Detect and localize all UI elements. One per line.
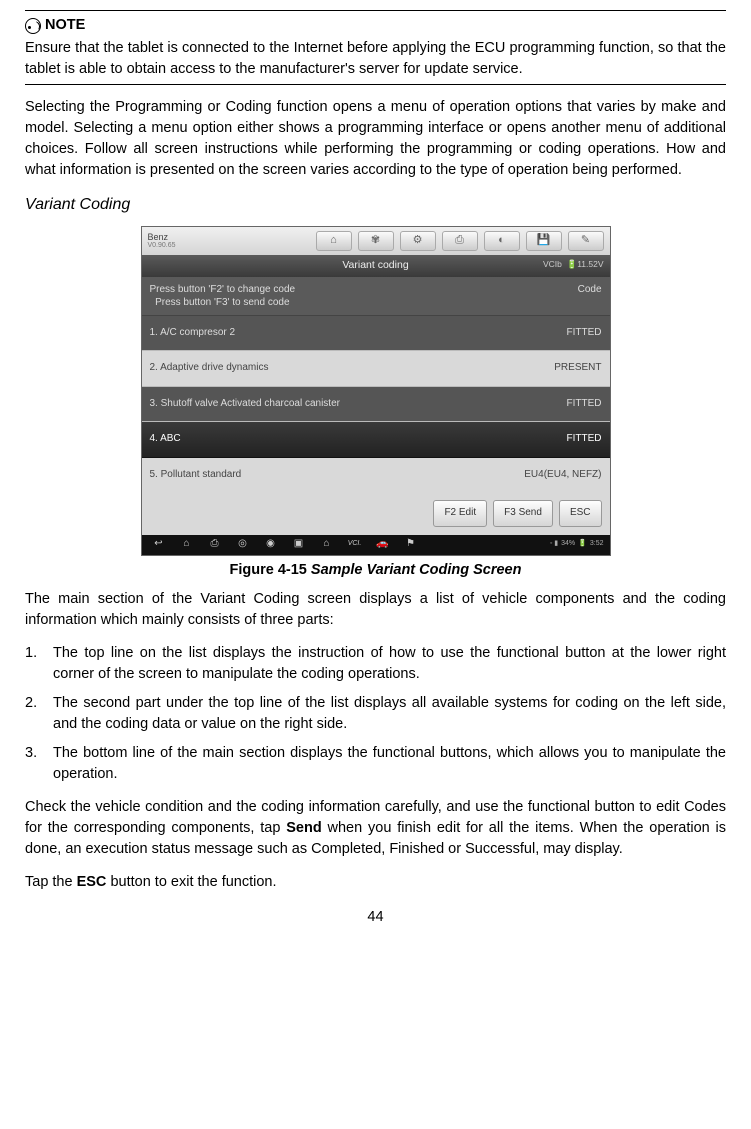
brand-version: V0.90.65 [148,242,176,249]
app3-icon[interactable]: ⚑ [404,539,418,551]
table-row-selected[interactable]: 4. ABC FITTED [142,422,610,458]
brand-name: Benz [148,233,176,242]
note-box: NOTE Ensure that the tablet is connected… [25,10,726,85]
table-row[interactable]: 5. Pollutant standard EU4(EU4, NEFZ) [142,458,610,493]
note-label: NOTE [45,15,85,36]
brand-label: Benz V0.90.65 [148,233,176,249]
recent-icon[interactable]: ⎙ [208,539,222,551]
table-row[interactable]: 2. Adaptive drive dynamics PRESENT [142,351,610,387]
intro-paragraph: Selecting the Programming or Coding func… [25,97,726,181]
voltage-indicator: VCIb 🔋11.52V [543,258,604,270]
f2-edit-button[interactable]: F2 Edit [433,500,487,527]
note-body: Ensure that the tablet is connected to t… [25,38,726,80]
esc-button[interactable]: ESC [559,500,602,527]
battery-pct: 34% [561,539,575,549]
back-icon[interactable]: ↩ [152,539,166,551]
vci-icon[interactable]: VCI. [348,539,362,551]
row-value: EU4(EU4, NEFZ) [524,468,601,483]
esc-paragraph: Tap the ESC button to exit the function. [25,872,726,893]
figure: Benz V0.90.65 ⌂ ✾ ⚙ ⎙ ◐ 💾 ✎ Variant codi… [25,226,726,580]
browser-icon[interactable]: ◎ [236,539,250,551]
instruction-line-1: Press button 'F2' to change code [150,283,296,296]
table-row[interactable]: 1. A/C compresor 2 FITTED [142,316,610,352]
list-item: 3.The bottom line of the main section di… [53,743,726,785]
esc-word: ESC [77,874,107,890]
edit-icon[interactable]: ✎ [568,231,604,251]
settings-icon[interactable]: ⚙ [400,231,436,251]
app2-icon[interactable]: ⌂ [320,539,334,551]
after-figure-paragraph: The main section of the Variant Coding s… [25,589,726,631]
voltage-value: 11.52V [577,259,603,269]
row-value: FITTED [567,326,602,341]
print-icon[interactable]: ⎙ [442,231,478,251]
list-item-text: The second part under the top line of th… [53,695,726,732]
clock: 3:52 [590,539,604,549]
row-value: PRESENT [554,361,601,376]
system-nav-bar: ↩ ⌂ ⎙ ◎ ◉ ▣ ⌂ VCI. 🚗 ⚑ ◦ ▮ 34%🔋3:52 [142,535,610,555]
list-item-text: The bottom line of the main section disp… [53,745,726,782]
list-item: 2.The second part under the top line of … [53,693,726,735]
app-toolbar: Benz V0.90.65 ⌂ ✾ ⚙ ⎙ ◐ 💾 ✎ [142,227,610,255]
list-item: 1.The top line on the list displays the … [53,643,726,685]
row-label: 3. Shutoff valve Activated charcoal cani… [150,397,340,412]
instruction-line-2: Press button 'F3' to send code [150,296,296,309]
figure-caption: Figure 4-15 Sample Variant Coding Screen [25,560,726,581]
esc-part-2: button to exit the function. [106,874,276,890]
save-icon[interactable]: 💾 [526,231,562,251]
esc-part-1: Tap the [25,874,77,890]
help-icon[interactable]: ◐ [484,231,520,251]
check-paragraph: Check the vehicle condition and the codi… [25,797,726,860]
instruction-row: Press button 'F2' to change code Press b… [142,277,610,316]
tool-icon[interactable]: ✾ [358,231,394,251]
row-label: 5. Pollutant standard [150,468,242,483]
subheading: Variant Coding [25,193,726,216]
list-item-text: The top line on the list displays the in… [53,645,726,682]
row-value: FITTED [567,432,602,447]
status-right: ◦ ▮ 34%🔋3:52 [550,539,604,549]
row-label: 4. ABC [150,432,181,447]
note-header: NOTE [25,15,726,36]
numbered-list: 1.The top line on the list displays the … [25,643,726,785]
code-header: Code [578,283,602,309]
screen-title: Variant coding [342,259,408,271]
note-icon [25,18,41,34]
row-label: 2. Adaptive drive dynamics [150,361,269,376]
row-value: FITTED [567,397,602,412]
row-label: 1. A/C compresor 2 [150,326,236,341]
caption-title: Sample Variant Coding Screen [311,562,522,578]
function-button-bar: F2 Edit F3 Send ESC [142,492,610,535]
table-row[interactable]: 3. Shutoff valve Activated charcoal cani… [142,387,610,423]
car-icon[interactable]: 🚗 [376,539,390,551]
app1-icon[interactable]: ▣ [292,539,306,551]
nav-home-icon[interactable]: ⌂ [180,539,194,551]
screenshot: Benz V0.90.65 ⌂ ✾ ⚙ ⎙ ◐ 💾 ✎ Variant codi… [141,226,611,555]
camera-icon[interactable]: ◉ [264,539,278,551]
vci-label: VCIb [543,259,562,269]
f3-send-button[interactable]: F3 Send [493,500,553,527]
screen-titlebar: Variant coding VCIb 🔋11.52V [142,255,610,276]
caption-prefix: Figure 4-15 [230,562,311,578]
send-word: Send [286,820,321,836]
home-icon[interactable]: ⌂ [316,231,352,251]
page-number: 44 [25,907,726,928]
